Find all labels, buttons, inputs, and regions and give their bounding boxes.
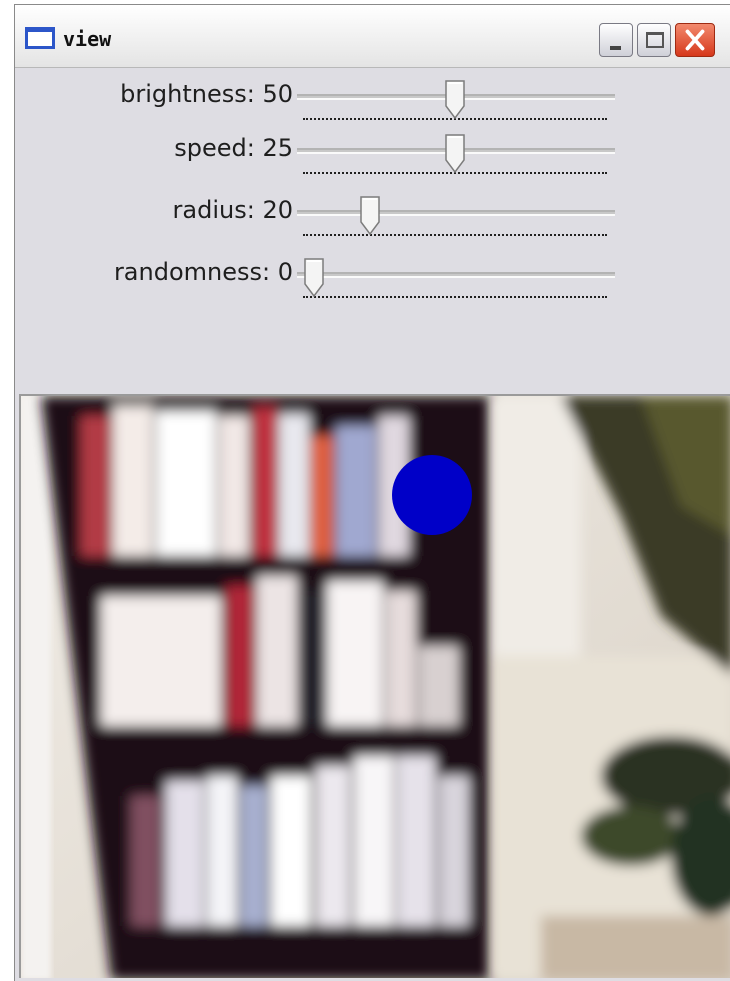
slider-ticks (303, 234, 607, 236)
radius-label: radius: 20 (172, 196, 293, 224)
camera-frame-image (21, 396, 730, 978)
camera-view[interactable] (19, 394, 730, 978)
slider-track[interactable] (297, 210, 615, 216)
maximize-icon (646, 32, 664, 48)
minimize-button[interactable] (599, 23, 633, 57)
app-window: view brightness: 50 speed: 25 radius: 20… (14, 4, 730, 981)
brightness-label: brightness: 50 (120, 80, 293, 108)
randomness-slider[interactable] (291, 258, 617, 308)
controls-panel: brightness: 50 speed: 25 radius: 20 rand… (15, 68, 730, 390)
window-icon[interactable] (25, 27, 55, 49)
slider-thumb[interactable] (444, 134, 466, 174)
maximize-button[interactable] (637, 23, 671, 57)
slider-thumb[interactable] (359, 196, 381, 236)
minimize-icon (610, 46, 621, 50)
slider-ticks (303, 296, 607, 298)
speed-slider[interactable] (291, 134, 617, 184)
title-bar[interactable]: view (15, 5, 730, 68)
slider-row-randomness: randomness: 0 (15, 258, 730, 308)
window-title: view (63, 27, 112, 51)
slider-row-speed: speed: 25 (15, 134, 730, 184)
slider-row-radius: radius: 20 (15, 196, 730, 246)
slider-thumb[interactable] (303, 258, 325, 298)
speed-label: speed: 25 (174, 134, 293, 162)
randomness-label: randomness: 0 (113, 258, 293, 286)
close-icon (685, 29, 705, 51)
brightness-slider[interactable] (291, 80, 617, 130)
overlay-circle-marker (392, 455, 472, 535)
radius-slider[interactable] (291, 196, 617, 246)
close-button[interactable] (675, 23, 715, 57)
slider-thumb[interactable] (444, 80, 466, 120)
slider-row-brightness: brightness: 50 (15, 80, 730, 130)
slider-track[interactable] (297, 272, 615, 278)
